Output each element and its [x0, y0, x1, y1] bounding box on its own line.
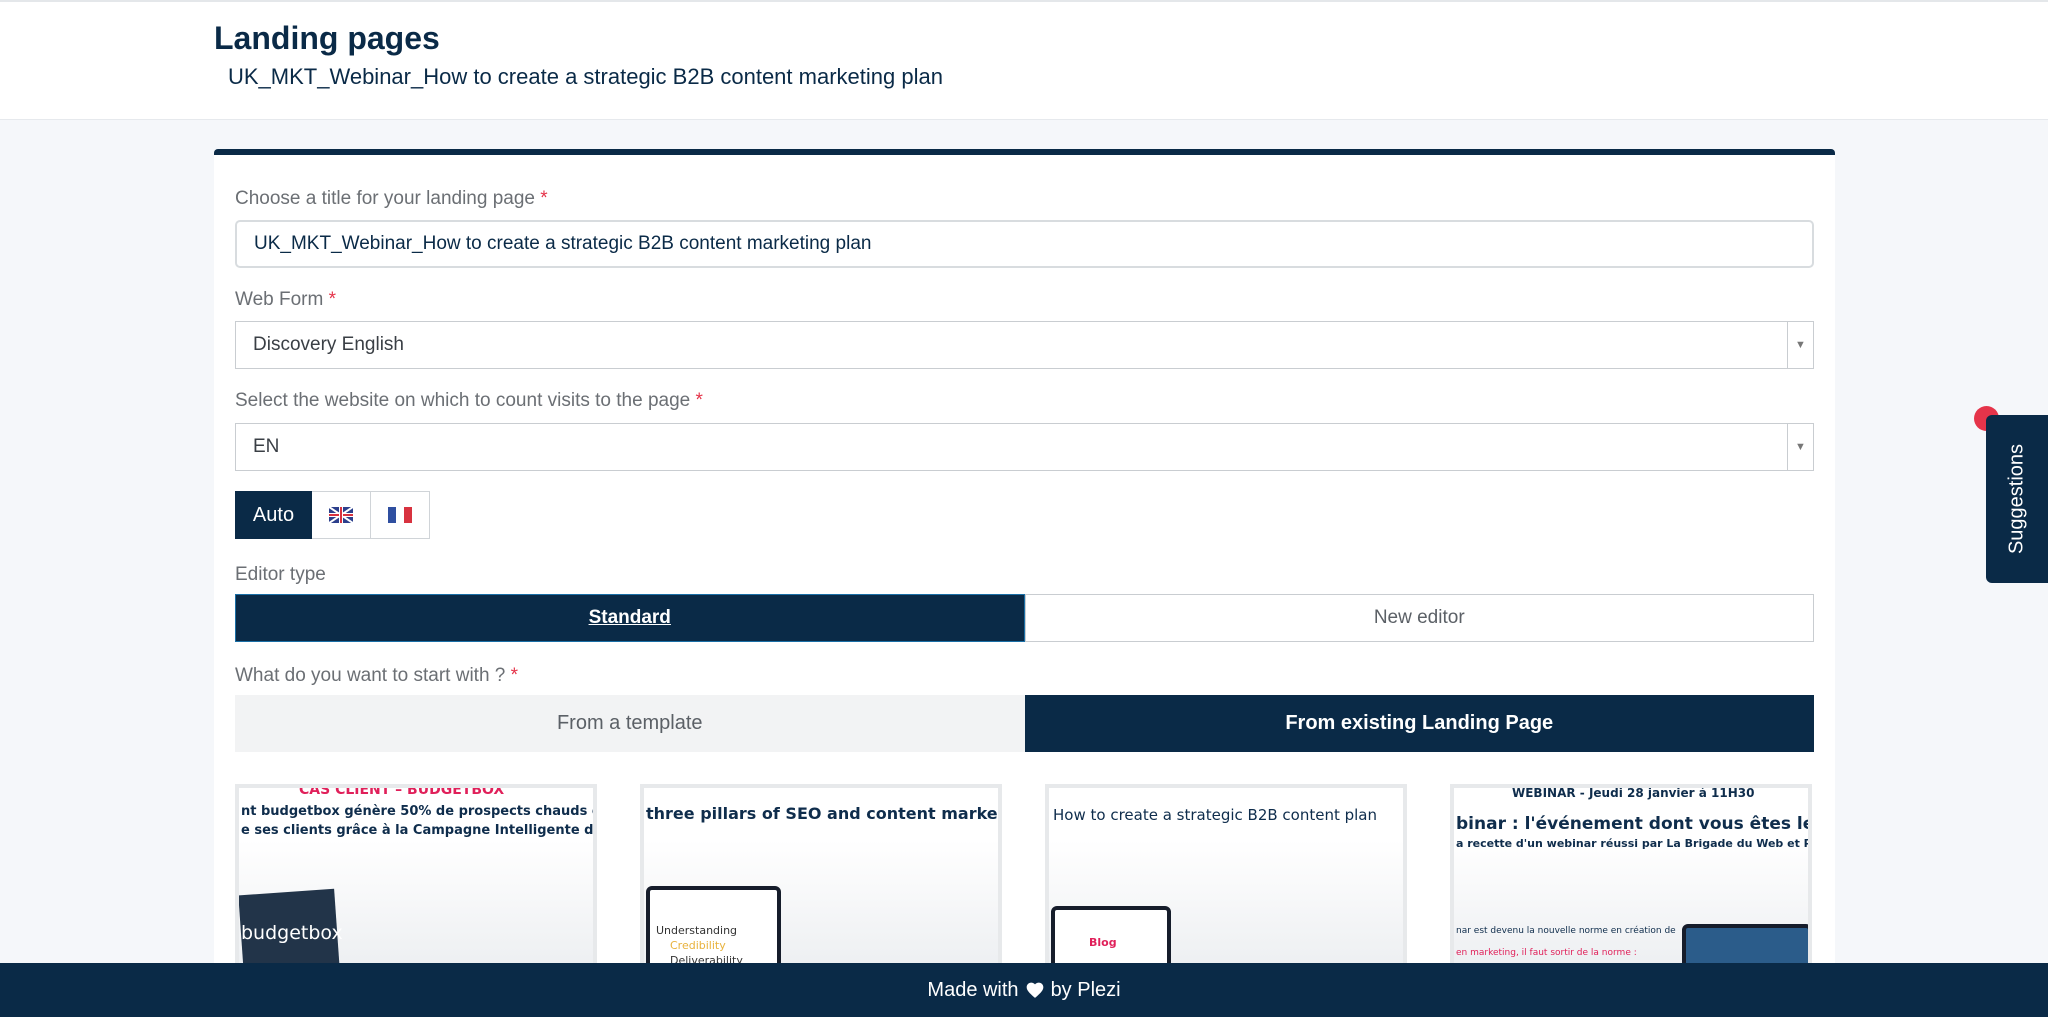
start-from-existing-button[interactable]: From existing Landing Page: [1024, 695, 1814, 752]
thumbnail-text: en marketing, il faut sortir de la norme…: [1456, 948, 1637, 958]
france-flag-icon: [388, 507, 412, 523]
thumbnail-text: Credibility: [670, 939, 726, 952]
thumbnail-text: a recette d'un webinar réussi par La Bri…: [1456, 837, 1812, 850]
title-field-label: Choose a title for your landing page *: [235, 188, 548, 210]
editor-new-button[interactable]: New editor: [1024, 594, 1814, 642]
thumbnail-logo-text: budgetbox: [241, 922, 343, 944]
required-mark: *: [540, 188, 548, 209]
language-french-button[interactable]: [371, 491, 430, 539]
website-label-text: Select the website on which to count vis…: [235, 390, 691, 411]
thumbnail-text: nt budgetbox génère 50% de prospects cha…: [241, 804, 597, 819]
website-select[interactable]: EN ▼: [235, 423, 1814, 471]
required-mark: *: [328, 289, 337, 310]
page-footer: Made with by Plezi: [0, 963, 2048, 1017]
website-field-label: Select the website on which to count vis…: [235, 390, 703, 412]
required-mark: *: [695, 390, 703, 411]
thumbnail-text: Understanding: [656, 924, 738, 937]
thumbnail-text: Blog: [1089, 936, 1117, 949]
website-selected-value: EN: [253, 436, 280, 457]
webform-selected-value: Discovery English: [253, 334, 404, 355]
start-from-template-button[interactable]: From a template: [235, 695, 1025, 752]
webform-field-label: Web Form *: [235, 289, 336, 311]
thumbnail-heading: WEBINAR - Jeudi 28 janvier à 11H30: [1512, 786, 1755, 800]
language-auto-button[interactable]: Auto: [235, 491, 312, 539]
start-label-text: What do you want to start with ?: [235, 665, 506, 686]
heart-icon: [1026, 982, 1043, 998]
language-english-button[interactable]: [312, 491, 371, 539]
suggestions-label: Suggestions: [2005, 443, 2028, 555]
page-title: Landing pages: [214, 20, 440, 56]
required-mark: *: [510, 665, 519, 686]
title-label-text: Choose a title for your landing page: [235, 188, 535, 209]
start-with-label: What do you want to start with ? *: [235, 665, 518, 687]
uk-flag-icon: [329, 507, 353, 523]
editor-type-label: Editor type: [235, 564, 326, 585]
footer-brand: by Plezi: [1050, 978, 1121, 1001]
thumbnail-text: nar est devenu la nouvelle norme en créa…: [1456, 926, 1676, 936]
thumbnail-heading: CAS CLIENT – BUDGETBOX: [299, 784, 505, 798]
footer-made-with: Made with: [927, 978, 1019, 1001]
page-subtitle: UK_MKT_Webinar_How to create a strategic…: [228, 64, 943, 89]
start-option-toggle: From a template From existing Landing Pa…: [235, 695, 1814, 752]
thumbnail-text: binar : l'événement dont vous êtes le hé: [1456, 814, 1812, 834]
thumbnail-heading: How to create a strategic B2B content pl…: [1053, 806, 1378, 824]
chevron-down-icon[interactable]: ▼: [1787, 424, 1813, 470]
suggestions-tab[interactable]: Suggestions: [1986, 415, 2048, 583]
editor-standard-button[interactable]: Standard: [235, 594, 1025, 642]
thumbnail-text: e ses clients grâce à la Campagne Intell…: [241, 823, 597, 838]
webform-select[interactable]: Discovery English ▼: [235, 321, 1814, 369]
page-header: Landing pages UK_MKT_Webinar_How to crea…: [0, 2, 2048, 120]
landing-page-title-input[interactable]: [235, 220, 1814, 268]
thumbnail-heading: three pillars of SEO and content marke: [646, 804, 998, 823]
language-switcher: Auto: [235, 491, 430, 539]
landing-page-form-card: Choose a title for your landing page * W…: [214, 149, 1835, 1017]
webform-label-text: Web Form: [235, 289, 324, 310]
chevron-down-icon[interactable]: ▼: [1787, 322, 1813, 368]
editor-type-toggle: Standard New editor: [235, 594, 1814, 642]
